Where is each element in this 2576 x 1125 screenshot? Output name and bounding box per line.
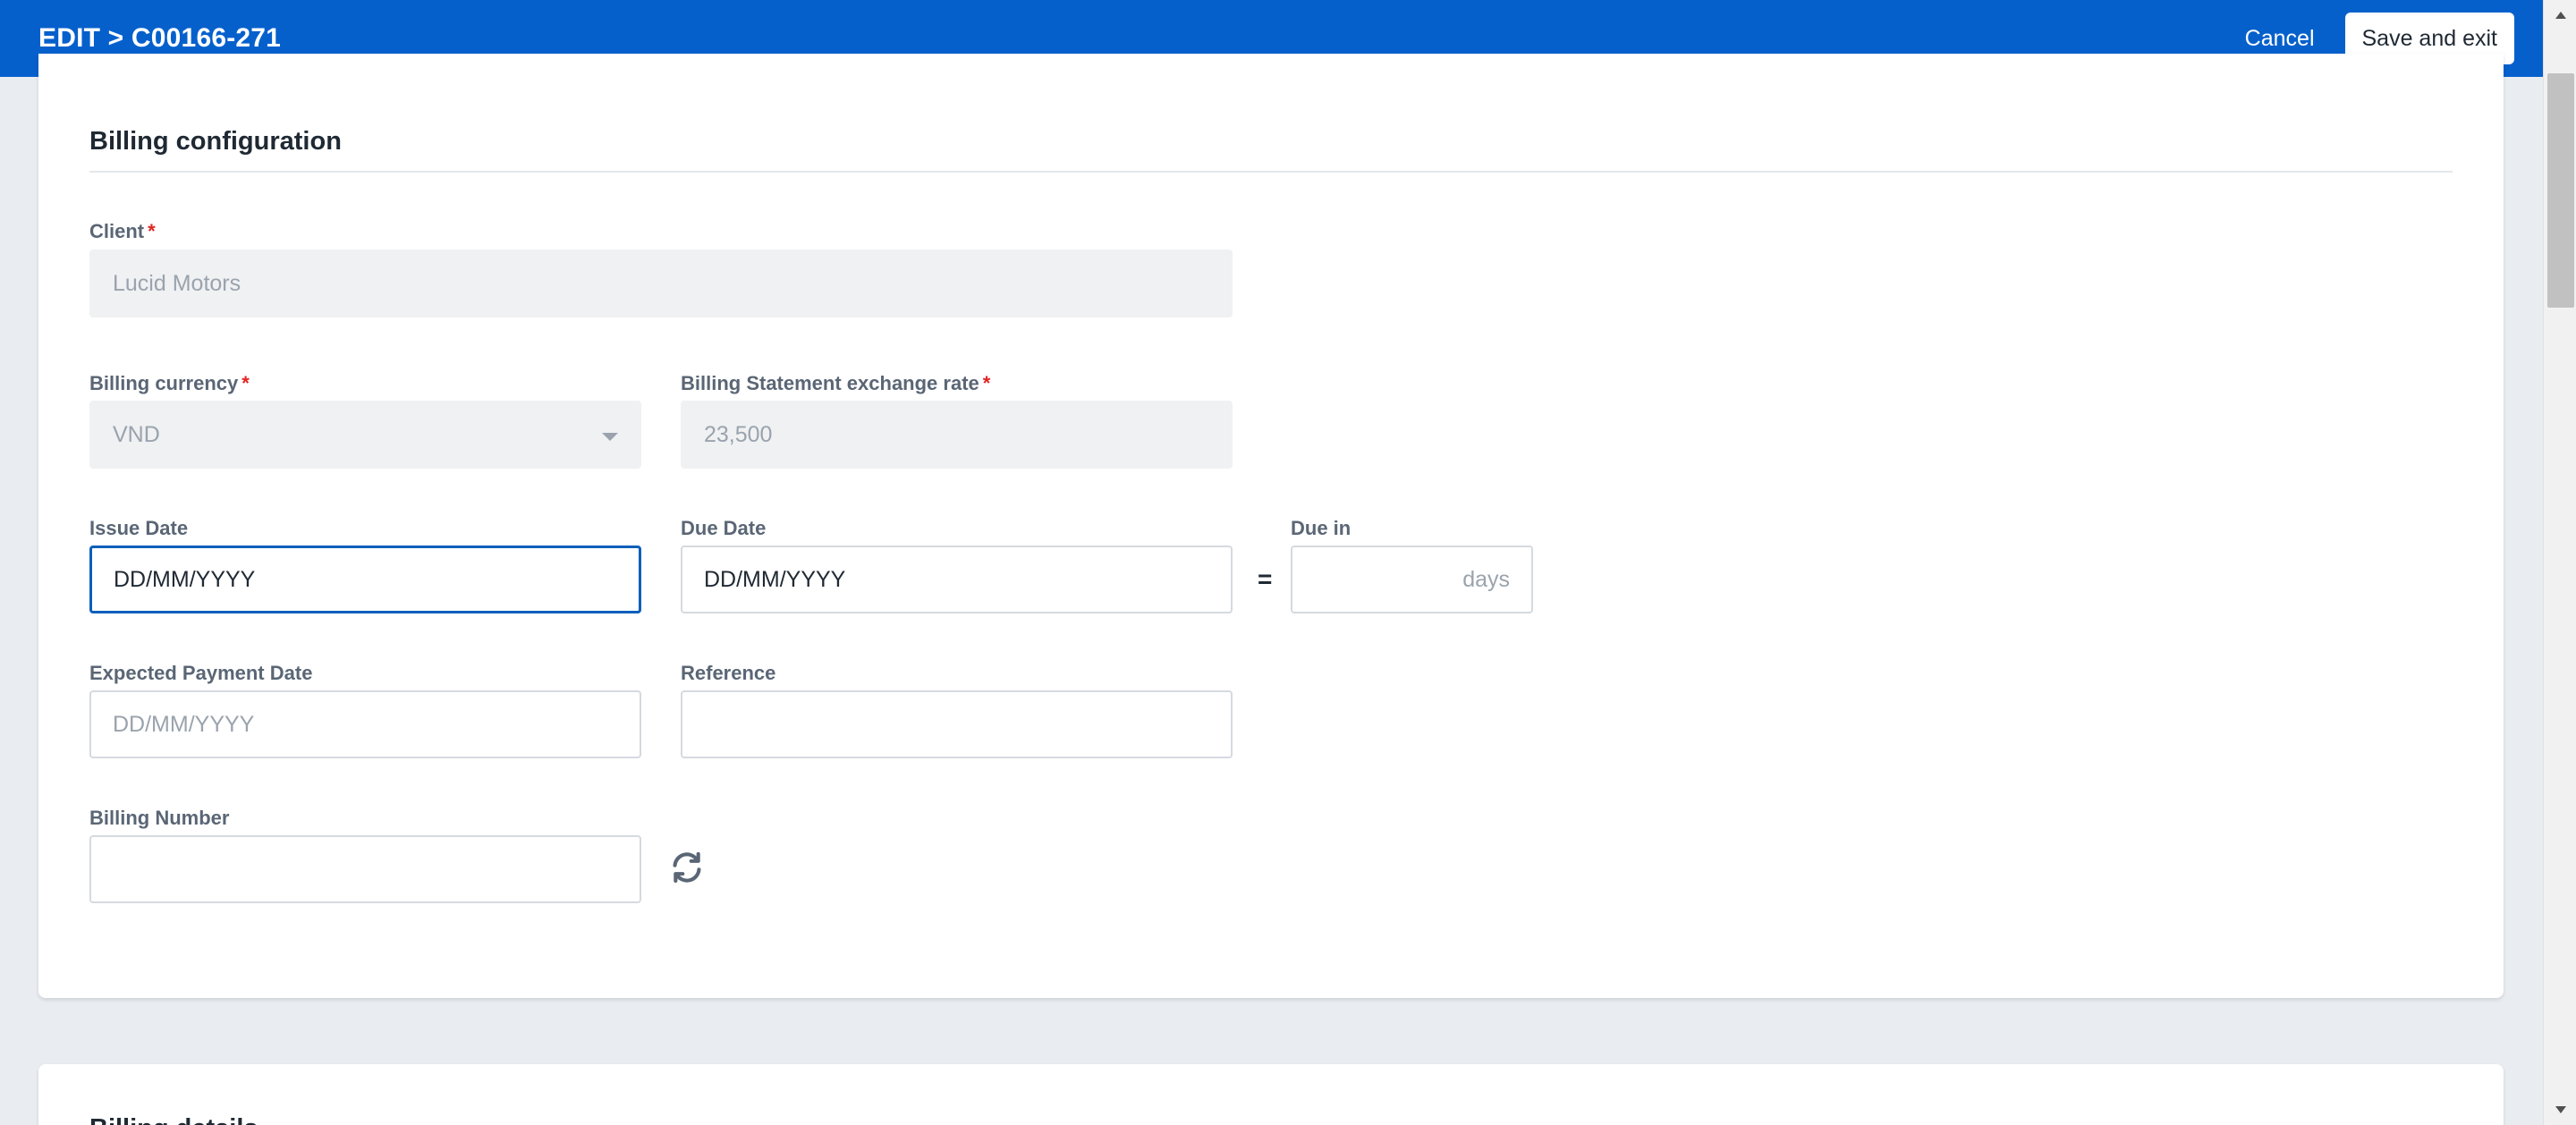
expected-payment-date-placeholder: DD/MM/YYYY xyxy=(113,711,255,737)
issue-date-field[interactable]: DD/MM/YYYY xyxy=(89,546,641,613)
expected-payment-date-field[interactable]: DD/MM/YYYY xyxy=(89,690,641,758)
reference-label: Reference xyxy=(681,662,776,684)
cancel-button[interactable]: Cancel xyxy=(2245,26,2315,52)
due-date-label: Due Date xyxy=(681,517,767,539)
scroll-down-arrow-icon[interactable] xyxy=(2544,1096,2576,1123)
issue-date-label: Issue Date xyxy=(89,517,189,539)
due-in-field[interactable]: days xyxy=(1291,546,1533,613)
client-field: Lucid Motors xyxy=(89,250,1233,317)
client-value: Lucid Motors xyxy=(113,270,242,296)
billing-number-field[interactable] xyxy=(89,835,641,903)
breadcrumb: EDIT > C00166-271 xyxy=(38,23,282,53)
exchange-rate-label: Billing Statement exchange rate * xyxy=(681,372,990,395)
required-mark: * xyxy=(982,372,991,394)
section-title: Billing configuration xyxy=(89,127,342,156)
page-scrollbar[interactable] xyxy=(2543,0,2576,1125)
issue-date-value: DD/MM/YYYY xyxy=(114,566,256,592)
section-title: Billing details xyxy=(89,1114,258,1125)
billing-currency-label: Billing currency * xyxy=(89,372,250,395)
required-mark: * xyxy=(148,220,156,242)
required-mark: * xyxy=(242,372,250,394)
due-date-field[interactable]: DD/MM/YYYY xyxy=(681,546,1233,613)
scroll-up-arrow-icon[interactable] xyxy=(2544,2,2576,29)
client-label-text: Client xyxy=(89,220,145,242)
billing-number-label: Billing Number xyxy=(89,807,230,829)
billing-currency-value: VND xyxy=(113,421,160,447)
exchange-rate-value: 23,500 xyxy=(704,421,773,447)
billing-details-card: Billing details xyxy=(38,1064,2504,1125)
equals-sign: = xyxy=(1258,565,1273,593)
billing-currency-select: VND xyxy=(89,401,641,469)
exchange-rate-field: 23,500 xyxy=(681,401,1233,469)
due-date-value: DD/MM/YYYY xyxy=(704,566,846,592)
client-label: Client * xyxy=(89,220,156,243)
due-in-label: Due in xyxy=(1291,517,1352,539)
days-suffix: days xyxy=(1462,566,1510,592)
billing-configuration-card: Billing configuration Client * Lucid Moto… xyxy=(38,54,2504,998)
billing-currency-label-text: Billing currency xyxy=(89,372,239,394)
chevron-down-icon xyxy=(602,433,618,441)
divider xyxy=(89,171,2453,173)
reference-field[interactable] xyxy=(681,690,1233,758)
expected-payment-date-label: Expected Payment Date xyxy=(89,662,313,684)
scrollbar-thumb[interactable] xyxy=(2547,73,2574,308)
exchange-rate-label-text: Billing Statement exchange rate xyxy=(681,372,979,394)
refresh-icon[interactable] xyxy=(669,850,705,885)
